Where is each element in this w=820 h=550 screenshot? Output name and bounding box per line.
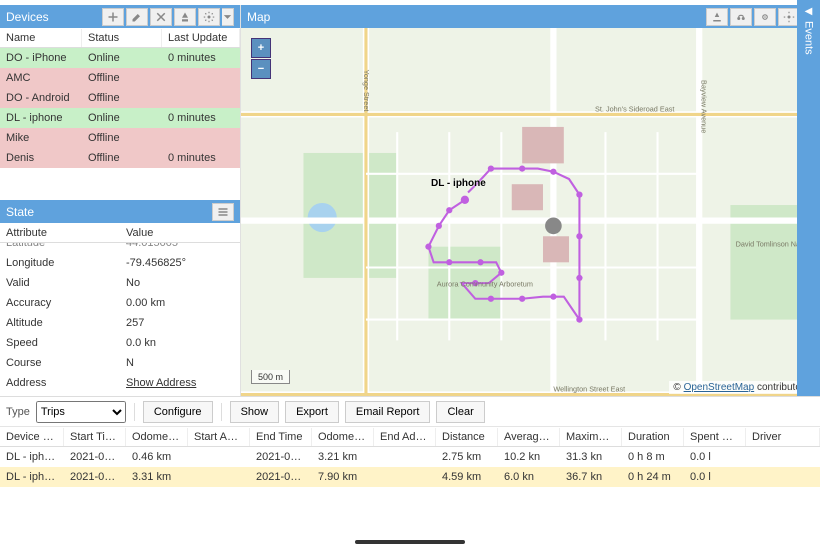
state-row: ValidNo [0,273,240,293]
report-type-select[interactable]: Trips [36,401,126,423]
report-col[interactable]: Odometer E... [312,428,374,446]
state-row: CourseN [0,353,240,373]
report-row[interactable]: DL - iphone2021-05-19 ...3.31 km2021-05-… [0,467,820,487]
devices-header: Devices [0,5,240,28]
col-name[interactable]: Name [0,29,82,47]
map-scale: 500 m [251,370,290,384]
chevron-left-icon: ◀ [805,6,813,17]
map-live-button[interactable] [754,8,776,26]
device-row[interactable]: MikeOffline [0,128,240,148]
report-col[interactable]: Driver [746,428,820,446]
state-row: Latitude44.015005 [0,243,240,253]
report-row[interactable]: DL - iphone2021-05-19 ...0.46 km2021-05-… [0,447,820,467]
map-geofence-button[interactable] [706,8,728,26]
park-label: Aurora Community Arboretum [437,279,533,288]
report-col[interactable]: Distance [436,428,498,446]
report-col[interactable]: Odometer S... [126,428,188,446]
device-menu-dropdown[interactable] [222,8,234,26]
state-row: AddressShow Address [0,373,240,393]
col-status[interactable]: Status [82,29,162,47]
state-row: Accuracy0.00 km [0,293,240,313]
report-table-header: Device NameStart TimeOdometer S...Start … [0,427,820,447]
email-report-button[interactable]: Email Report [345,401,431,423]
events-panel-collapsed[interactable]: ◀ Events [797,0,820,396]
map-title: Map [247,10,704,24]
configure-button[interactable]: Configure [143,401,213,423]
zoom-in-button[interactable]: + [251,38,271,58]
state-toggle-button[interactable] [212,203,234,221]
device-row[interactable]: DL - iphoneOnline0 minutes [0,108,240,128]
remove-device-button[interactable] [150,8,172,26]
report-col[interactable]: Device Name [0,428,64,446]
show-address-link[interactable]: Show Address [126,377,196,389]
osm-link[interactable]: OpenStreetMap [684,382,755,393]
report-col[interactable]: Duration [622,428,684,446]
state-row: Speed0.0 kn [0,333,240,353]
map-canvas[interactable]: St. John's Sideroad East Wellington Stre… [241,28,820,396]
report-col[interactable]: End Time [250,428,312,446]
map-attribution: © OpenStreetMap contributors. [669,381,816,394]
report-toolbar: Type Trips Configure Show Export Email R… [0,397,820,427]
device-row[interactable]: AMCOffline [0,68,240,88]
devices-table-header: Name Status Last Update [0,28,240,48]
show-button[interactable]: Show [230,401,280,423]
road-label: Yonge Street [362,70,371,112]
device-row[interactable]: DO - iPhoneOnline0 minutes [0,48,240,68]
export-button[interactable]: Export [285,401,339,423]
state-row: Longitude-79.456825° [0,253,240,273]
add-device-button[interactable] [102,8,124,26]
clear-button[interactable]: Clear [436,401,484,423]
device-row[interactable]: DO - AndroidOffline [0,88,240,108]
device-settings-button[interactable] [198,8,220,26]
report-col[interactable]: Spent Fuel [684,428,746,446]
col-attribute[interactable]: Attribute [0,224,120,242]
map-device-label: DL - iphone [431,178,486,189]
map-follow-button[interactable] [730,8,752,26]
state-title: State [6,205,210,219]
command-device-button[interactable] [174,8,196,26]
zoom-out-button[interactable]: − [251,59,271,79]
report-col[interactable]: Start Address [188,428,250,446]
report-col[interactable]: End Address [374,428,436,446]
map-header: Map [241,5,820,28]
road-label: St. John's Sideroad East [595,104,674,113]
report-col[interactable]: Average Sp... [498,428,560,446]
devices-title: Devices [6,10,100,24]
state-row: Altitude257 [0,313,240,333]
home-indicator [355,540,465,544]
col-value[interactable]: Value [120,224,240,242]
state-header: State [0,200,240,223]
col-last[interactable]: Last Update [162,29,240,47]
edit-device-button[interactable] [126,8,148,26]
road-label: Wellington Street East [553,384,625,393]
events-title: Events [803,21,815,55]
report-col[interactable]: Maximum S... [560,428,622,446]
device-row[interactable]: DenisOffline0 minutes [0,148,240,168]
road-label: Bayview Avenue [699,80,708,133]
type-label: Type [6,406,30,418]
state-table-header: Attribute Value [0,223,240,243]
report-col[interactable]: Start Time [64,428,126,446]
